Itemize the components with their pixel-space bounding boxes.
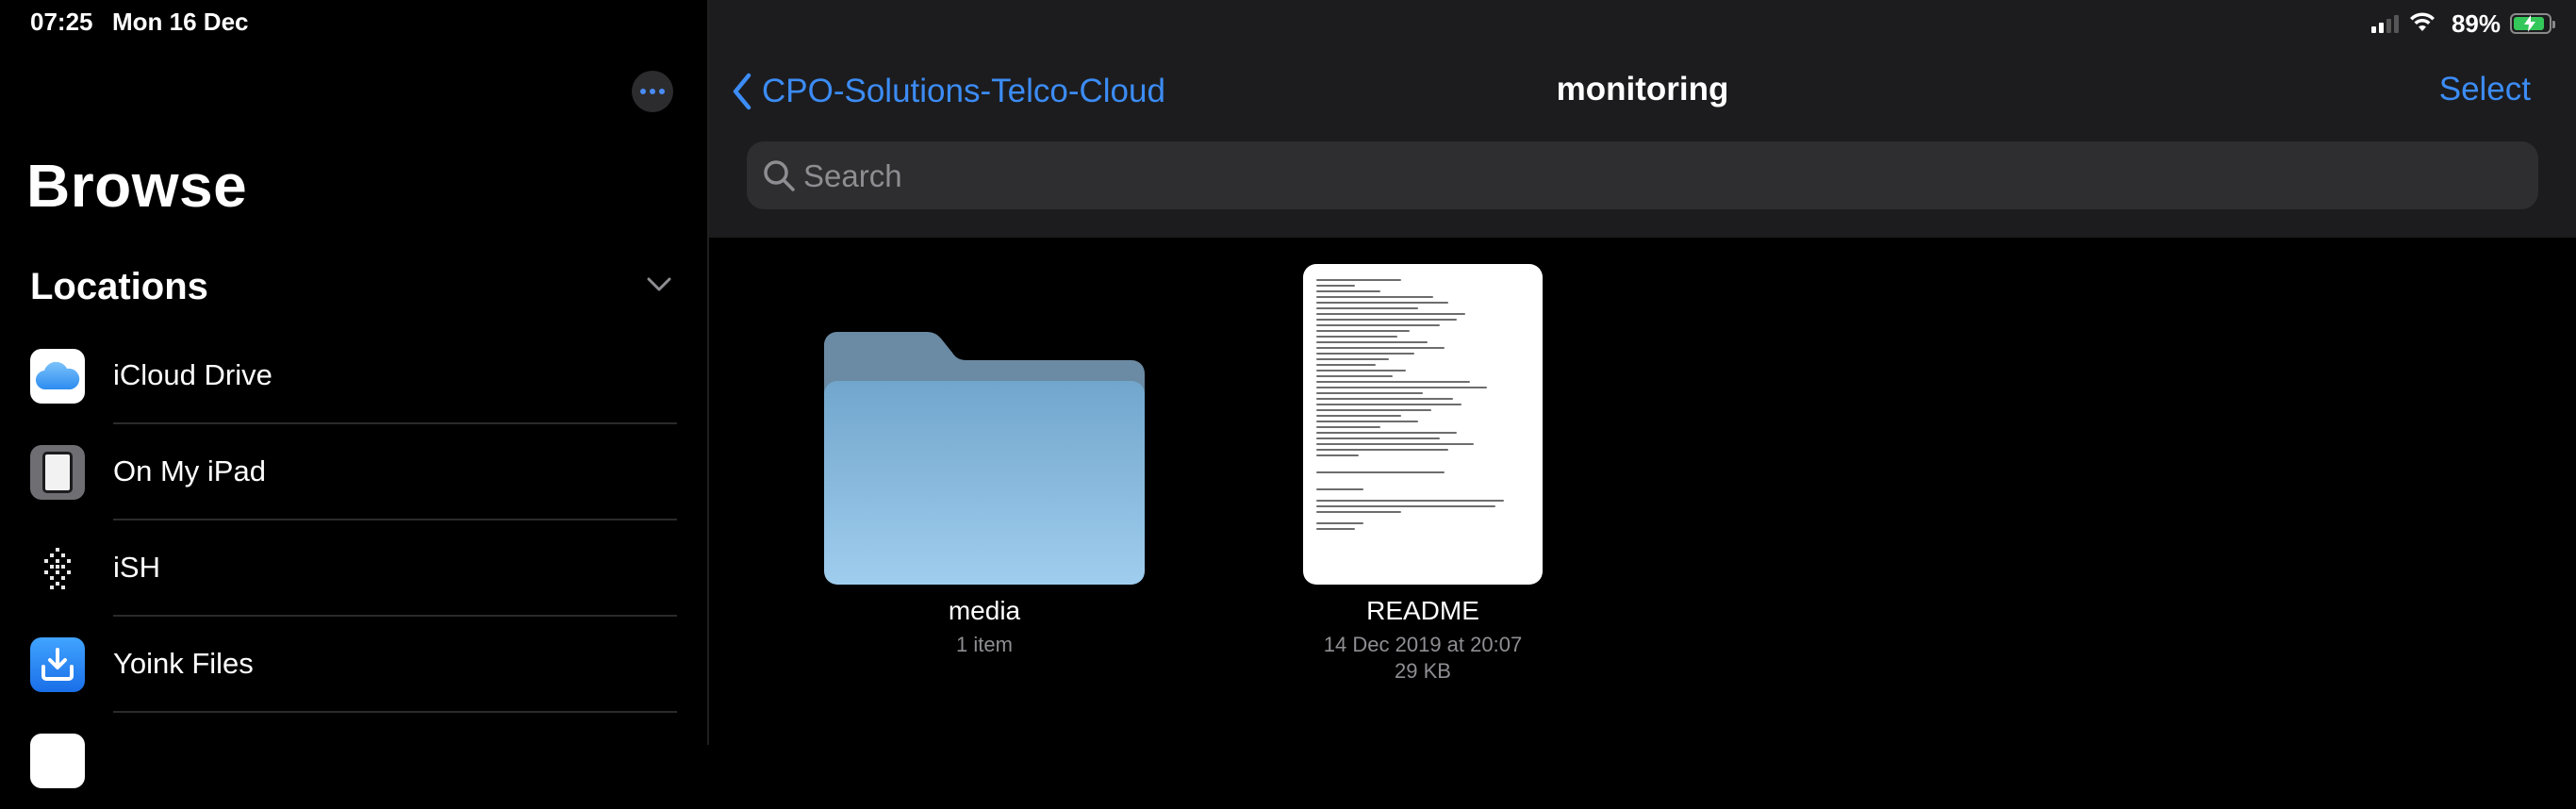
ish-icon [30, 541, 85, 596]
file-name: media [948, 596, 1021, 625]
locations-header[interactable]: Locations [30, 266, 208, 308]
sidebar-item-icloud-drive[interactable]: iCloud Drive [0, 328, 707, 424]
thumbnail-text-line [1316, 319, 1458, 321]
thumbnail-text-line [1316, 375, 1394, 377]
main-pane: CPO-Solutions-Telco-Cloud monitoring Sel… [709, 0, 2576, 745]
sidebar-item-label: On My iPad [113, 454, 266, 487]
thumbnail-text-line [1316, 421, 1419, 422]
thumbnail-text-line [1316, 528, 1355, 530]
file-grid: media 1 item README 14 Dec 2019 at 20:07… [709, 238, 2576, 745]
thumbnail-text-line [1316, 500, 1504, 502]
thumbnail-text-line [1316, 302, 1449, 304]
file-item-media[interactable]: media 1 item [815, 332, 1154, 658]
app-icon [30, 734, 85, 788]
wifi-icon [2408, 10, 2436, 38]
thumbnail-text-line [1316, 505, 1495, 507]
thumbnail-text-line [1316, 341, 1428, 343]
sidebar-item-label: Yoink Files [113, 647, 254, 680]
thumbnail-text-line [1316, 336, 1397, 338]
file-date: 14 Dec 2019 at 20:07 [1323, 633, 1523, 656]
thumbnail-text-line [1316, 307, 1419, 309]
status-bar: 07:25 Mon 16 Dec 89% [0, 0, 2576, 45]
thumbnail-text-line [1316, 313, 1466, 315]
file-item-readme[interactable]: README 14 Dec 2019 at 20:07 29 KB [1253, 264, 1593, 685]
search-input[interactable] [801, 141, 2502, 211]
sidebar-title: Browse [26, 152, 248, 220]
thumbnail-text-line [1316, 426, 1380, 428]
more-options-button[interactable] [632, 71, 673, 112]
thumbnail-text-line [1316, 522, 1363, 524]
icloud-icon [30, 349, 85, 404]
chevron-down-icon[interactable] [647, 277, 671, 292]
thumbnail-text-line [1316, 330, 1411, 332]
sidebar-item-label: iCloud Drive [113, 358, 272, 391]
sidebar-item-label: iSH [113, 551, 160, 584]
status-indicators: 89% [2370, 8, 2555, 40]
thumbnail-text-line [1316, 387, 1487, 388]
thumbnail-text-line [1316, 364, 1377, 366]
select-button[interactable]: Select [2439, 71, 2531, 108]
folder-icon [824, 332, 1145, 585]
thumbnail-text-line [1316, 279, 1402, 281]
battery-percent: 89% [2451, 8, 2501, 38]
sidebar-item-on-my-ipad[interactable]: On My iPad [0, 424, 707, 520]
status-date: Mon 16 Dec [112, 8, 249, 36]
thumbnail-text-line [1316, 290, 1380, 292]
thumbnail-text-line [1316, 381, 1470, 383]
search-bar[interactable] [747, 141, 2538, 211]
page-title: monitoring [1556, 71, 1729, 107]
thumbnail-text-line [1316, 370, 1406, 371]
thumbnail-text-line [1316, 432, 1458, 434]
document-thumbnail [1303, 264, 1543, 585]
charging-bolt-icon [2524, 15, 2535, 32]
thumbnail-text-line [1316, 347, 1445, 349]
thumbnail-text-line [1316, 392, 1423, 394]
ipad-icon [30, 445, 85, 500]
status-time: 07:25 [30, 8, 93, 36]
thumbnail-text-line [1316, 438, 1441, 439]
thumbnail-text-line [1316, 443, 1475, 445]
thumbnail-text-line [1316, 285, 1355, 287]
cellular-signal-icon [2370, 14, 2399, 33]
thumbnail-text-line [1316, 415, 1402, 417]
sidebar-item-yoink-files[interactable]: Yoink Files [0, 617, 707, 713]
thumbnail-text-line [1316, 353, 1414, 355]
thumbnail-text-line [1316, 404, 1461, 405]
thumbnail-text-line [1316, 488, 1363, 490]
file-name: README [1366, 596, 1479, 625]
thumbnail-text-line [1316, 296, 1434, 298]
thumbnail-text-line [1316, 454, 1360, 456]
ellipsis-icon [640, 89, 646, 94]
sidebar-item-partial[interactable] [0, 713, 707, 809]
file-size: 29 KB [1395, 659, 1451, 683]
file-meta: 1 item [956, 633, 1013, 656]
thumbnail-text-line [1316, 398, 1453, 400]
sidebar-item-ish[interactable]: iSH [0, 520, 707, 617]
search-icon [764, 160, 795, 191]
yoink-icon [30, 637, 85, 692]
thumbnail-text-line [1316, 471, 1445, 473]
thumbnail-text-line [1316, 409, 1432, 411]
thumbnail-text-line [1316, 358, 1389, 360]
sidebar: Browse Locations iCloud Drive On My iPad [0, 0, 707, 788]
thumbnail-text-line [1316, 449, 1449, 451]
thumbnail-text-line [1316, 324, 1441, 326]
battery-icon [2510, 13, 2555, 34]
file-meta: 14 Dec 2019 at 20:07 29 KB [1253, 632, 1593, 685]
thumbnail-text-line [1316, 511, 1402, 513]
